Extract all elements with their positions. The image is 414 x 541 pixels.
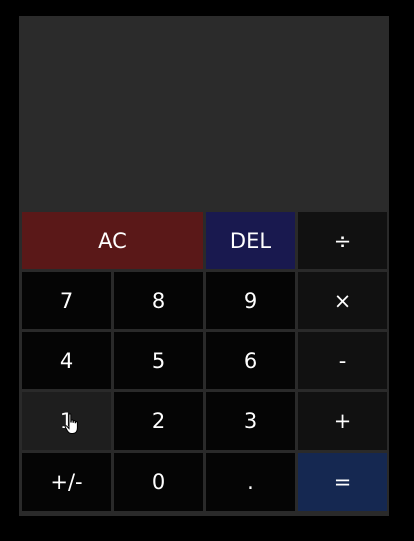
- digit-2-button[interactable]: 2: [114, 392, 203, 450]
- digit-8-button[interactable]: 8: [114, 272, 203, 329]
- digit-0-button[interactable]: 0: [114, 453, 203, 511]
- decimal-button[interactable]: .: [206, 453, 295, 511]
- digit-6-button[interactable]: 6: [206, 332, 295, 389]
- digit-9-button[interactable]: 9: [206, 272, 295, 329]
- delete-button[interactable]: DEL: [206, 212, 295, 269]
- divide-button[interactable]: ÷: [298, 212, 387, 269]
- clear-button[interactable]: AC: [22, 212, 203, 269]
- digit-4-button[interactable]: 4: [22, 332, 111, 389]
- digit-7-button[interactable]: 7: [22, 272, 111, 329]
- add-button[interactable]: +: [298, 392, 387, 450]
- digit-5-button[interactable]: 5: [114, 332, 203, 389]
- keypad: AC DEL ÷ 7 8 9 × 4 5 6 - 1 2 3 + +/- 0 .…: [22, 212, 387, 514]
- equals-button[interactable]: =: [298, 453, 387, 511]
- display-panel: [19, 16, 389, 210]
- multiply-button[interactable]: ×: [298, 272, 387, 329]
- negate-button[interactable]: +/-: [22, 453, 111, 511]
- digit-1-button[interactable]: 1: [22, 392, 111, 450]
- calculator-window: AC DEL ÷ 7 8 9 × 4 5 6 - 1 2 3 + +/- 0 .…: [19, 16, 389, 516]
- subtract-button[interactable]: -: [298, 332, 387, 389]
- digit-3-button[interactable]: 3: [206, 392, 295, 450]
